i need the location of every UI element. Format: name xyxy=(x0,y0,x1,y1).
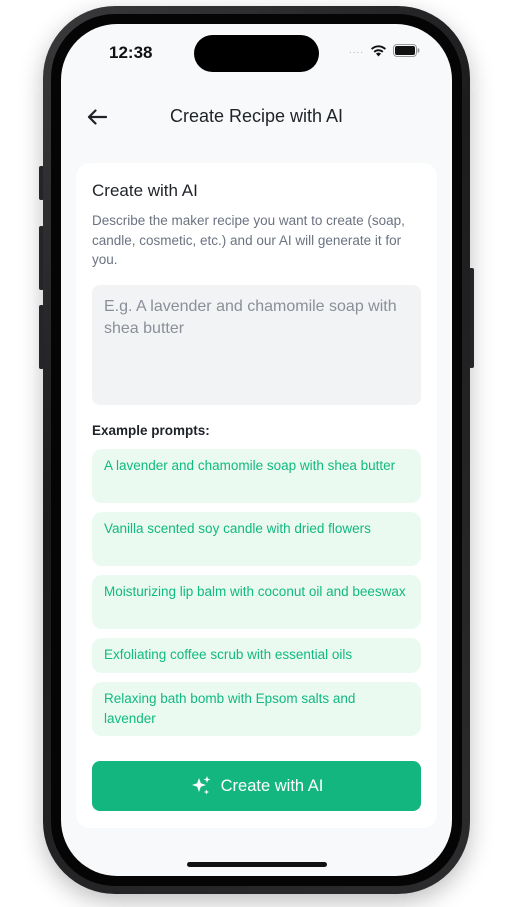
app-screen: 12:38 .... Create Recipe with AI Create … xyxy=(61,24,452,876)
example-prompts-heading: Example prompts: xyxy=(92,423,210,438)
example-prompt-chip[interactable]: A lavender and chamomile soap with shea … xyxy=(92,449,421,503)
recipe-prompt-input[interactable] xyxy=(92,285,421,405)
create-button-label: Create with AI xyxy=(220,776,324,795)
dynamic-island xyxy=(194,35,319,72)
wifi-icon xyxy=(370,44,387,57)
status-time: 12:38 xyxy=(109,43,153,62)
signal-dots: .... xyxy=(348,45,364,56)
example-prompt-chip[interactable]: Relaxing bath bomb with Epsom salts and … xyxy=(92,682,421,736)
example-prompt-chip[interactable]: Moisturizing lip balm with coconut oil a… xyxy=(92,575,421,629)
home-indicator[interactable] xyxy=(187,862,327,867)
device-mockup: 12:38 .... Create Recipe with AI Create … xyxy=(0,0,513,907)
card-title: Create with AI xyxy=(92,181,198,200)
sparkles-icon xyxy=(190,775,212,797)
example-prompt-chip[interactable]: Vanilla scented soy candle with dried fl… xyxy=(92,512,421,566)
app-header: Create Recipe with AI xyxy=(61,100,452,140)
battery-icon xyxy=(393,44,420,57)
page-title: Create Recipe with AI xyxy=(169,106,344,126)
example-prompts-list: A lavender and chamomile soap with shea … xyxy=(92,449,421,745)
example-prompt-chip[interactable]: Exfoliating coffee scrub with essential … xyxy=(92,638,421,673)
status-icons: .... xyxy=(349,44,420,57)
card-description: Describe the maker recipe you want to cr… xyxy=(92,213,405,267)
create-with-ai-button[interactable]: Create with AI xyxy=(92,761,421,811)
create-ai-card: Create with AI Describe the maker recipe… xyxy=(76,163,437,828)
